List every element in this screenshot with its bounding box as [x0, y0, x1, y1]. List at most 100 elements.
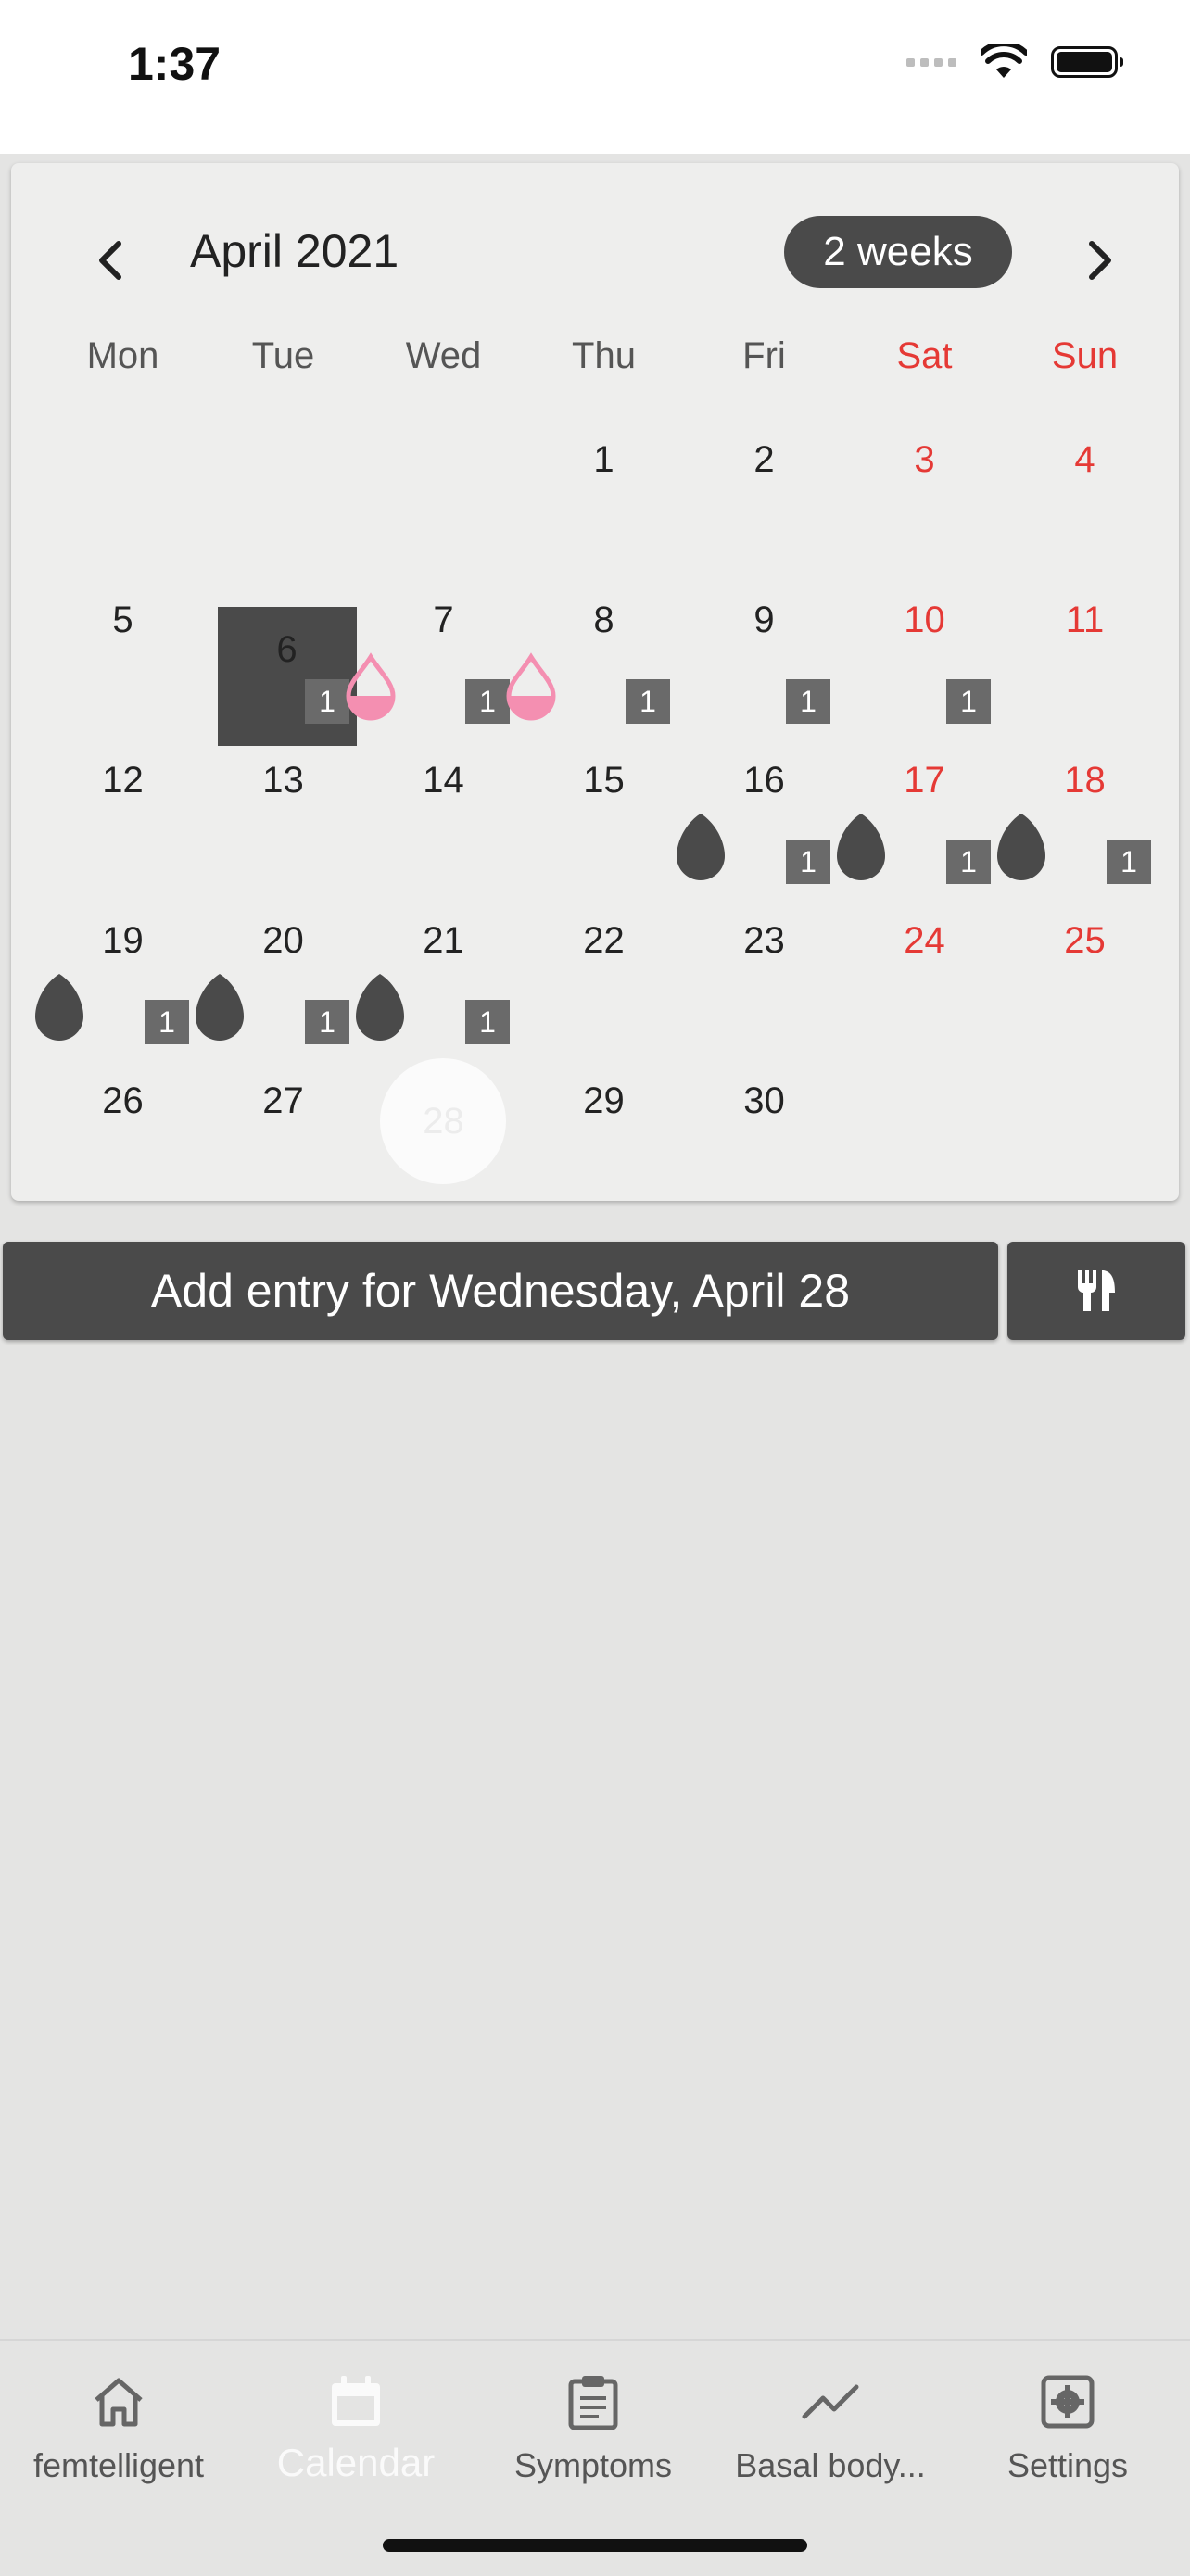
day-number: 29: [583, 1080, 625, 1121]
nav-item-settings[interactable]: Settings: [949, 2368, 1186, 2485]
calendar-day-16[interactable]: 16 1: [677, 738, 844, 898]
dark-drop-icon: [997, 814, 1045, 880]
range-toggle-button[interactable]: 2 weeks: [784, 216, 1012, 288]
calendar-day-23[interactable]: 23: [684, 898, 844, 1058]
entry-count-badge: 1: [946, 840, 991, 884]
nav-item-symptoms[interactable]: Symptoms: [475, 2368, 712, 2485]
calendar-day-17[interactable]: 17 1: [837, 738, 1005, 898]
day-number: 28: [423, 1101, 464, 1142]
light-flow-drop-icon: [506, 652, 556, 721]
nav-label-home: femtelligent: [32, 2446, 205, 2484]
day-number: 17: [904, 760, 945, 801]
calendar-day-20[interactable]: 20 1: [196, 898, 363, 1058]
day-number: 14: [423, 760, 464, 801]
dark-drop-icon: [356, 974, 404, 1041]
calendar-day-13[interactable]: 13: [203, 738, 363, 898]
calendar-day-11[interactable]: 11: [1005, 577, 1165, 738]
weekday-wed: Wed: [405, 335, 482, 376]
calendar-day-9[interactable]: 91: [684, 577, 844, 738]
calendar-day-10[interactable]: 10 1: [844, 577, 1005, 738]
status-time: 1:37: [128, 38, 222, 90]
entry-count-badge: 1: [145, 1000, 189, 1044]
day-number: 7: [433, 600, 454, 640]
calendar-day-25[interactable]: 25: [1005, 898, 1165, 1058]
previous-month-button[interactable]: [69, 219, 152, 302]
light-flow-drop-icon: [346, 652, 396, 721]
dark-drop-icon: [196, 974, 244, 1041]
day-number: 18: [1064, 760, 1106, 801]
status-icons: [906, 44, 1123, 80]
day-number: 12: [102, 760, 144, 801]
gear-icon: [1041, 2375, 1095, 2429]
dark-drop-icon: [677, 814, 725, 880]
calendar-day-19[interactable]: 19 1: [35, 898, 203, 1058]
calendar-day-8[interactable]: 81: [506, 577, 684, 738]
entry-count-badge: 1: [465, 1000, 510, 1044]
calendar-day-27[interactable]: 27: [203, 1058, 363, 1219]
entry-count-badge: 1: [946, 679, 991, 724]
calendar-day-22[interactable]: 22: [524, 898, 684, 1058]
calendar-card: April 2021 2 weeks Mon Tue Wed Thu Fri Sat Sun…: [11, 163, 1179, 1201]
day-number: 10: [904, 600, 945, 640]
calendar-day-30[interactable]: 30: [684, 1058, 844, 1219]
day-number: 11: [1065, 600, 1105, 640]
calendar-day-26[interactable]: 26: [43, 1058, 203, 1219]
day-number: 23: [743, 920, 785, 961]
day-number: 16: [743, 760, 785, 801]
day-number: 19: [102, 920, 144, 961]
weekday-sun: Sun: [1051, 335, 1119, 376]
weekday-sat: Sat: [896, 335, 953, 376]
dark-drop-icon: [837, 814, 885, 880]
battery-icon: [1051, 46, 1123, 78]
day-number: 27: [262, 1080, 304, 1121]
home-indicator: [383, 2539, 807, 2552]
calendar-day-18[interactable]: 18 1: [997, 738, 1165, 898]
calendar-day-7[interactable]: 71: [346, 577, 524, 738]
calendar-day-1[interactable]: 1: [524, 417, 684, 577]
nav-item-basal-body[interactable]: Basal body...: [712, 2368, 949, 2485]
nav-label-calendar: Calendar: [276, 2441, 436, 2484]
dark-drop-icon: [35, 974, 83, 1041]
calendar-day-12[interactable]: 12: [43, 738, 203, 898]
calendar-day-28[interactable]: 28: [363, 1058, 524, 1219]
day-number: 24: [904, 920, 945, 961]
cellular-signal-icon: [906, 57, 956, 67]
day-number: 13: [262, 760, 304, 801]
calendar-day-29[interactable]: 29: [524, 1058, 684, 1219]
entry-count-badge: 1: [1107, 840, 1151, 884]
day-number: 15: [583, 760, 625, 801]
entry-count-badge: 1: [305, 1000, 349, 1044]
day-number: 4: [1074, 439, 1095, 480]
calendar-day-2[interactable]: 2: [684, 417, 844, 577]
day-number: 2: [753, 439, 775, 480]
calendar-day-3[interactable]: 3: [844, 417, 1005, 577]
home-icon: [95, 2378, 143, 2427]
trend-line-icon: [802, 2384, 859, 2419]
fork-knife-icon: [1078, 1270, 1115, 1311]
calendar-day-6[interactable]: 61: [203, 577, 363, 746]
day-number: 20: [262, 920, 304, 961]
calendar-day-4[interactable]: 4: [1005, 417, 1165, 577]
chevron-right-icon: [1089, 241, 1111, 280]
calendar-day-5[interactable]: 5: [43, 577, 203, 738]
entry-count-badge: 1: [786, 840, 830, 884]
next-month-button[interactable]: [1058, 219, 1142, 302]
calendar-day-14[interactable]: 14: [363, 738, 524, 898]
nav-label-symptoms: Symptoms: [513, 2446, 673, 2484]
day-number: 9: [753, 600, 775, 640]
meal-button[interactable]: [1007, 1242, 1185, 1340]
month-title: April 2021: [190, 225, 399, 277]
nav-item-calendar[interactable]: Calendar: [237, 2368, 475, 2485]
calendar-day-15[interactable]: 15: [524, 738, 684, 898]
weekday-tue: Tue: [251, 335, 315, 376]
nav-item-home[interactable]: femtelligent: [0, 2368, 237, 2485]
wifi-icon: [981, 44, 1027, 78]
weekday-thu: Thu: [572, 335, 636, 376]
calendar-day-24[interactable]: 24: [844, 898, 1005, 1058]
day-number: 8: [593, 600, 614, 640]
calendar-day-21[interactable]: 21 1: [356, 898, 524, 1058]
today-highlight: [218, 607, 357, 746]
add-entry-button[interactable]: Add entry for Wednesday, April 28: [3, 1242, 998, 1340]
entry-count-badge: 1: [786, 679, 830, 724]
weekday-mon: Mon: [86, 335, 159, 376]
